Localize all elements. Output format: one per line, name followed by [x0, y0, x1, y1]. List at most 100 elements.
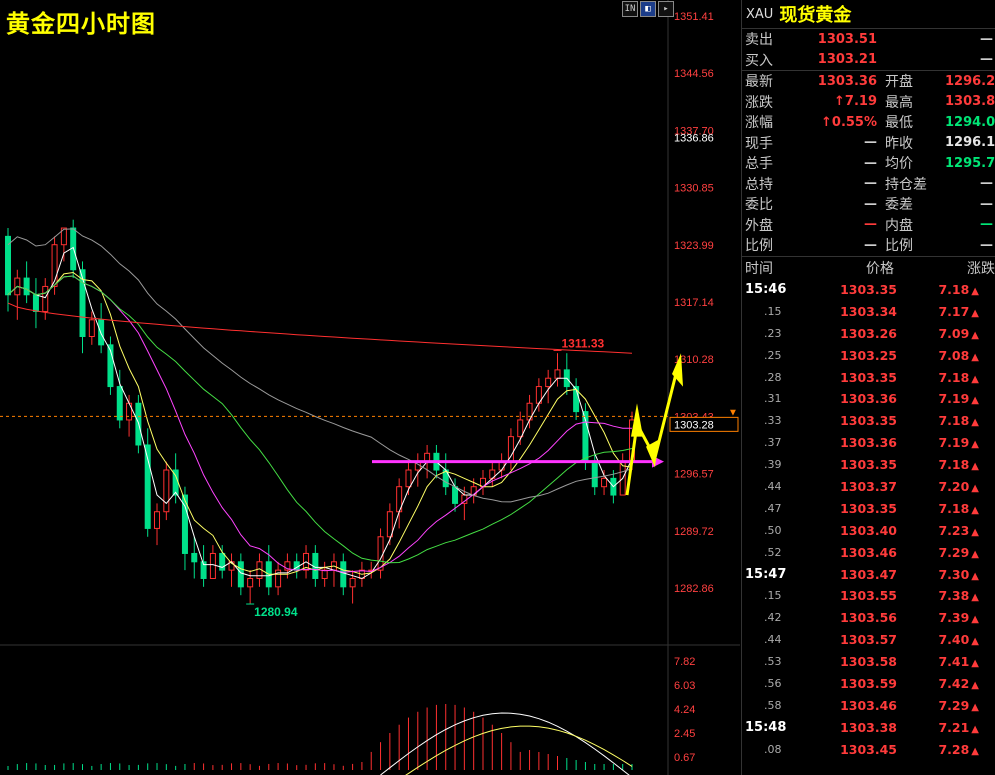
tick-change: 7.08 ▲ [897, 348, 979, 363]
tick-price: 1303.55 [840, 588, 897, 604]
quote-value: — [980, 52, 993, 68]
chart-toolbar: IN ◧ ▸ [622, 1, 674, 17]
tick-change: 7.29 ▲ [897, 545, 979, 560]
tick-row[interactable]: .56 1303.59 7.42 ▲ [742, 673, 995, 695]
candle-body [32, 294, 39, 312]
tick-price: 1303.36 [840, 435, 897, 451]
tick-change-value: 7.41 [938, 654, 970, 670]
quote-row: 总手 — 均价 1295.78 [742, 153, 995, 174]
tick-row[interactable]: .52 1303.46 7.29 ▲ [742, 541, 995, 563]
quote-value: — [864, 237, 877, 253]
tick-price: 1303.35 [840, 500, 897, 516]
arrow-up-icon: ▲ [971, 701, 979, 713]
tick-row[interactable]: 15:46 1303.35 7.18 ▲ [742, 279, 995, 301]
quote-value: 1296.22 [945, 73, 995, 89]
arrow-up-icon: ▲ [971, 461, 979, 473]
arrow-up-icon: ▲ [971, 723, 979, 735]
arrow-up-icon: ▲ [971, 285, 979, 297]
layout-icon[interactable]: ◧ [640, 1, 656, 17]
quote-stats: 最新 1303.36 开盘 1296.22 涨跌 ↑7.19 最高 1303.88 涨幅 ↑0.5… [742, 70, 995, 256]
quote-label: 涨幅 [745, 115, 773, 132]
tick-time: .08 [764, 742, 782, 756]
quote-label: 现手 [745, 135, 773, 152]
y-tick-label: 1351.41 [674, 11, 714, 23]
tick-change: 7.42 ▲ [897, 676, 979, 691]
quote-label: 比例 [745, 238, 773, 255]
tick-row[interactable]: .15 1303.55 7.38 ▲ [742, 585, 995, 607]
tick-row[interactable]: .37 1303.36 7.19 ▲ [742, 432, 995, 454]
candle-body [405, 469, 412, 488]
quote-label: 卖出 [745, 32, 773, 49]
tick-price: 1303.35 [840, 281, 897, 297]
tick-price: 1303.35 [840, 413, 897, 429]
y-tick-label: 1317.14 [674, 297, 714, 309]
tick-price: 1303.36 [840, 391, 897, 407]
arrow-up-icon: ▲ [971, 570, 979, 582]
quote-header: XAU 现货黄金 [742, 0, 995, 29]
tick-time: .52 [764, 545, 782, 559]
quote-panel: XAU 现货黄金 卖出 1303.51 — 买入 1303.21 — 最新 1303.36 开… [741, 0, 995, 775]
quote-label: 外盘 [745, 217, 773, 234]
expand-icon[interactable]: ▸ [658, 1, 674, 17]
tick-row[interactable]: .08 1303.45 7.28 ▲ [742, 738, 995, 760]
tick-row[interactable]: .53 1303.58 7.41 ▲ [742, 651, 995, 673]
candlestick-chart[interactable]: 1351.411344.561337.701330.851323.991317.… [0, 0, 740, 775]
tick-price: 1303.46 [840, 544, 897, 560]
tick-row[interactable]: 15:47 1303.47 7.30 ▲ [742, 563, 995, 585]
tick-row[interactable]: .28 1303.35 7.18 ▲ [742, 366, 995, 388]
tick-change-value: 7.08 [938, 347, 970, 363]
candle-body [209, 552, 216, 579]
quote-value: — [864, 135, 877, 151]
volume-tick-label: 7.82 [674, 656, 695, 668]
tick-row[interactable]: .39 1303.35 7.18 ▲ [742, 454, 995, 476]
arrow-up-icon: ▲ [971, 614, 979, 626]
tick-change: 7.18 ▲ [897, 370, 979, 385]
arrow-up-icon: ▲ [971, 679, 979, 691]
tick-row[interactable]: .50 1303.40 7.23 ▲ [742, 519, 995, 541]
tick-change: 7.19 ▲ [897, 435, 979, 450]
tick-change: 7.20 ▲ [897, 479, 979, 494]
tick-change: 7.09 ▲ [897, 326, 979, 341]
tick-time: .33 [764, 414, 782, 428]
tick-row[interactable]: .47 1303.35 7.18 ▲ [742, 497, 995, 519]
indicator-button[interactable]: IN [622, 1, 638, 17]
tick-row[interactable]: .23 1303.26 7.09 ▲ [742, 322, 995, 344]
quote-row: 卖出 1303.51 — [742, 29, 995, 50]
quote-value: — [980, 217, 993, 233]
quote-label: 涨跌 [745, 94, 773, 111]
low-annotation: 1280.94 [254, 605, 298, 619]
tick-change: 7.40 ▲ [897, 632, 979, 647]
candle-body [154, 511, 161, 529]
arrow-up-icon: ▲ [971, 351, 979, 363]
quote-value: — [980, 196, 993, 212]
tick-row[interactable]: 15:48 1303.38 7.21 ▲ [742, 716, 995, 738]
tick-time: 15:46 [745, 281, 787, 297]
quote-row: 买入 1303.21 — [742, 50, 995, 71]
tick-change-value: 7.18 [938, 457, 970, 473]
tick-row[interactable]: .44 1303.37 7.20 ▲ [742, 476, 995, 498]
tick-change-value: 7.29 [938, 697, 970, 713]
tick-price: 1303.57 [840, 632, 897, 648]
quote-value: 1294.07 [945, 114, 995, 130]
tick-row[interactable]: .31 1303.36 7.19 ▲ [742, 388, 995, 410]
tick-row[interactable]: .25 1303.25 7.08 ▲ [742, 344, 995, 366]
quote-value: ↑0.55% [821, 114, 877, 130]
tick-change: 7.18 ▲ [897, 413, 979, 428]
tick-row[interactable]: .15 1303.34 7.17 ▲ [742, 300, 995, 322]
tick-time: .28 [764, 370, 782, 384]
tick-row[interactable]: .58 1303.46 7.29 ▲ [742, 694, 995, 716]
quote-value: ↑7.19 [834, 94, 877, 110]
tick-row[interactable]: .42 1303.56 7.39 ▲ [742, 607, 995, 629]
y-tick-label: 1289.72 [674, 526, 714, 538]
tick-row[interactable]: .33 1303.35 7.18 ▲ [742, 410, 995, 432]
arrow-up-icon: ▲ [971, 373, 979, 385]
tick-row[interactable]: .44 1303.57 7.40 ▲ [742, 629, 995, 651]
tick-price: 1303.35 [840, 457, 897, 473]
quote-value: — [980, 31, 993, 47]
tick-time: .47 [764, 501, 782, 515]
chart-title: 黄金四小时图 [6, 10, 156, 38]
tick-list[interactable]: 15:46 1303.35 7.18 ▲ .15 1303.34 7.17 ▲ .23 1303.… [742, 279, 995, 761]
quote-value: 1303.21 [817, 52, 877, 68]
tick-change: 7.18 ▲ [897, 282, 979, 297]
chart-area[interactable]: 1351.41 1344.56 1337.70 1330.85 1323.99 1317.… [0, 0, 740, 775]
